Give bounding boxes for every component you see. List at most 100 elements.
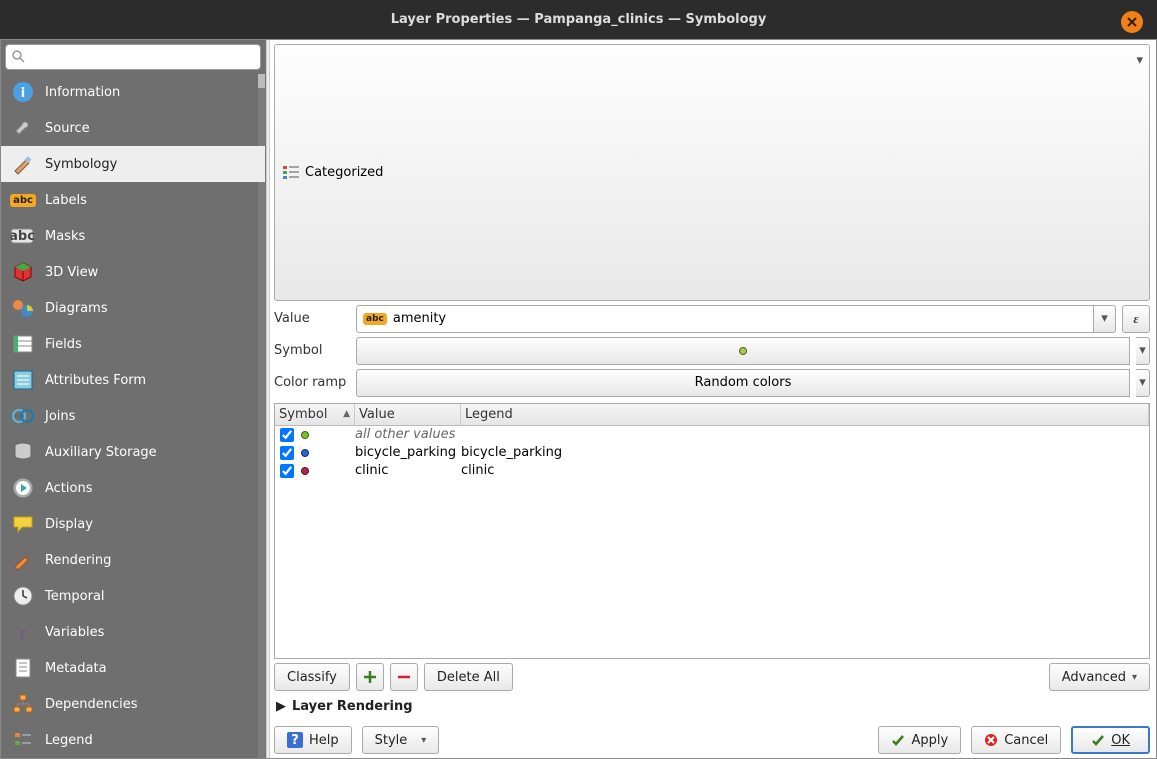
sidebar-item-information[interactable]: i Information xyxy=(1,74,265,110)
layer-rendering-toggle[interactable]: ▶ Layer Rendering xyxy=(274,695,1150,718)
table-row[interactable]: all other values xyxy=(275,426,1149,444)
window-title: Layer Properties — Pampanga_clinics — Sy… xyxy=(391,12,767,27)
minus-icon xyxy=(397,670,411,684)
categories-table: Symbol▲ Value Legend all other values bi xyxy=(274,403,1150,660)
layer-rendering-label: Layer Rendering xyxy=(292,699,413,714)
classify-button[interactable]: Classify xyxy=(274,663,350,691)
value-field-dropdown[interactable]: ▾ xyxy=(1094,305,1116,333)
document-icon xyxy=(11,656,35,680)
chevron-down-icon: ▾ xyxy=(1136,53,1143,68)
chevron-down-icon: ▾ xyxy=(421,735,426,746)
category-checkbox[interactable] xyxy=(280,446,294,460)
dialog-body: i Information Source Symbology abc Label… xyxy=(0,39,1157,759)
sidebar-item-variables[interactable]: ε Variables xyxy=(1,614,265,650)
masks-icon: abc xyxy=(11,224,35,248)
sidebar-item-legend[interactable]: Legend xyxy=(1,722,265,758)
wrench-icon xyxy=(11,116,35,140)
svg-text:abc: abc xyxy=(11,229,35,244)
sort-asc-icon: ▲ xyxy=(343,409,350,419)
value-field-input[interactable]: abc amenity xyxy=(356,305,1094,333)
sidebar-item-label: Fields xyxy=(45,337,82,352)
remove-category-button[interactable] xyxy=(390,663,418,691)
table-header: Symbol▲ Value Legend xyxy=(275,404,1149,426)
sidebar-item-label: Metadata xyxy=(45,661,107,676)
speech-icon xyxy=(11,512,35,536)
expression-button[interactable]: ε xyxy=(1122,305,1150,333)
th-value[interactable]: Value xyxy=(355,404,461,425)
legend-icon xyxy=(11,728,35,752)
tree-icon xyxy=(11,692,35,716)
style-button[interactable]: Style ▾ xyxy=(362,726,440,754)
cancel-button[interactable]: Cancel xyxy=(971,726,1061,754)
cell-legend: bicycle_parking xyxy=(461,445,1149,460)
sidebar-item-label: Information xyxy=(45,85,120,100)
sidebar-item-3dview[interactable]: 3D View xyxy=(1,254,265,290)
sidebar-item-masks[interactable]: abc Masks xyxy=(1,218,265,254)
ok-button[interactable]: OK xyxy=(1071,726,1150,754)
delete-all-button[interactable]: Delete All xyxy=(424,663,513,691)
color-ramp-dropdown[interactable]: ▾ xyxy=(1136,369,1150,397)
chevron-down-icon: ▾ xyxy=(1132,672,1137,683)
abc-badge: abc xyxy=(363,313,387,325)
sidebar-item-labels[interactable]: abc Labels xyxy=(1,182,265,218)
sidebar-item-label: Joins xyxy=(45,409,75,424)
main-panel: Categorized ▾ Value abc amenity ▾ ε Symb… xyxy=(270,40,1156,758)
sidebar-item-label: Masks xyxy=(45,229,85,244)
cell-value: all other values xyxy=(355,427,461,442)
footer: ? Help Style ▾ Apply Cancel xyxy=(274,722,1150,754)
value-label: Value xyxy=(274,311,350,326)
sidebar-item-joins[interactable]: Joins xyxy=(1,398,265,434)
color-ramp-value: Random colors xyxy=(695,375,792,390)
color-ramp-row: Color ramp Random colors ▾ xyxy=(274,369,1150,397)
labels-icon: abc xyxy=(11,188,35,212)
sidebar-scrollbar[interactable] xyxy=(258,74,265,758)
advanced-button[interactable]: Advanced ▾ xyxy=(1049,663,1150,691)
categorized-icon xyxy=(283,165,299,179)
close-button[interactable] xyxy=(1121,11,1143,33)
sidebar-item-fields[interactable]: Fields xyxy=(1,326,265,362)
value-field-combo: abc amenity ▾ xyxy=(356,305,1116,333)
sidebar-item-source[interactable]: Source xyxy=(1,110,265,146)
sidebar-item-rendering[interactable]: Rendering xyxy=(1,542,265,578)
sidebar-item-diagrams[interactable]: Diagrams xyxy=(1,290,265,326)
add-category-button[interactable] xyxy=(356,663,384,691)
help-icon: ? xyxy=(287,732,303,748)
sidebar-item-temporal[interactable]: Temporal xyxy=(1,578,265,614)
category-checkbox[interactable] xyxy=(280,428,294,442)
value-row: Value abc amenity ▾ ε xyxy=(274,305,1150,333)
check-icon xyxy=(1091,733,1105,747)
symbol-dropdown[interactable]: ▾ xyxy=(1136,337,1150,365)
color-ramp-label: Color ramp xyxy=(274,375,350,390)
renderer-combo[interactable]: Categorized ▾ xyxy=(274,44,1150,301)
sidebar-item-auxiliary-storage[interactable]: Auxiliary Storage xyxy=(1,434,265,470)
sidebar-item-attributes-form[interactable]: Attributes Form xyxy=(1,362,265,398)
apply-button[interactable]: Apply xyxy=(878,726,961,754)
sidebar-item-symbology[interactable]: Symbology xyxy=(1,146,265,182)
clock-icon xyxy=(11,584,35,608)
scrollbar-thumb[interactable] xyxy=(258,74,265,88)
symbol-button[interactable] xyxy=(356,337,1130,365)
svg-text:ε: ε xyxy=(19,627,26,642)
sidebar-item-actions[interactable]: Actions xyxy=(1,470,265,506)
table-row[interactable]: clinic clinic xyxy=(275,462,1149,480)
brush2-icon xyxy=(11,548,35,572)
cell-legend: clinic xyxy=(461,463,1149,478)
sidebar-item-dependencies[interactable]: Dependencies xyxy=(1,686,265,722)
table-body: all other values bicycle_parking bicycle… xyxy=(275,426,1149,480)
swatch-icon xyxy=(301,431,309,439)
sidebar-item-label: Source xyxy=(45,121,90,136)
check-icon xyxy=(891,733,905,747)
help-button[interactable]: ? Help xyxy=(274,726,352,754)
window: Layer Properties — Pampanga_clinics — Sy… xyxy=(0,0,1157,759)
symbol-label: Symbol xyxy=(274,343,350,358)
sidebar-item-metadata[interactable]: Metadata xyxy=(1,650,265,686)
th-legend[interactable]: Legend xyxy=(461,404,1149,425)
search-input[interactable] xyxy=(5,44,261,70)
search-wrap xyxy=(1,40,265,74)
category-checkbox[interactable] xyxy=(280,464,294,478)
table-row[interactable]: bicycle_parking bicycle_parking xyxy=(275,444,1149,462)
color-ramp-button[interactable]: Random colors xyxy=(356,369,1130,397)
sidebar-item-display[interactable]: Display xyxy=(1,506,265,542)
sidebar-item-label: Diagrams xyxy=(45,301,108,316)
th-symbol[interactable]: Symbol▲ xyxy=(275,404,355,425)
